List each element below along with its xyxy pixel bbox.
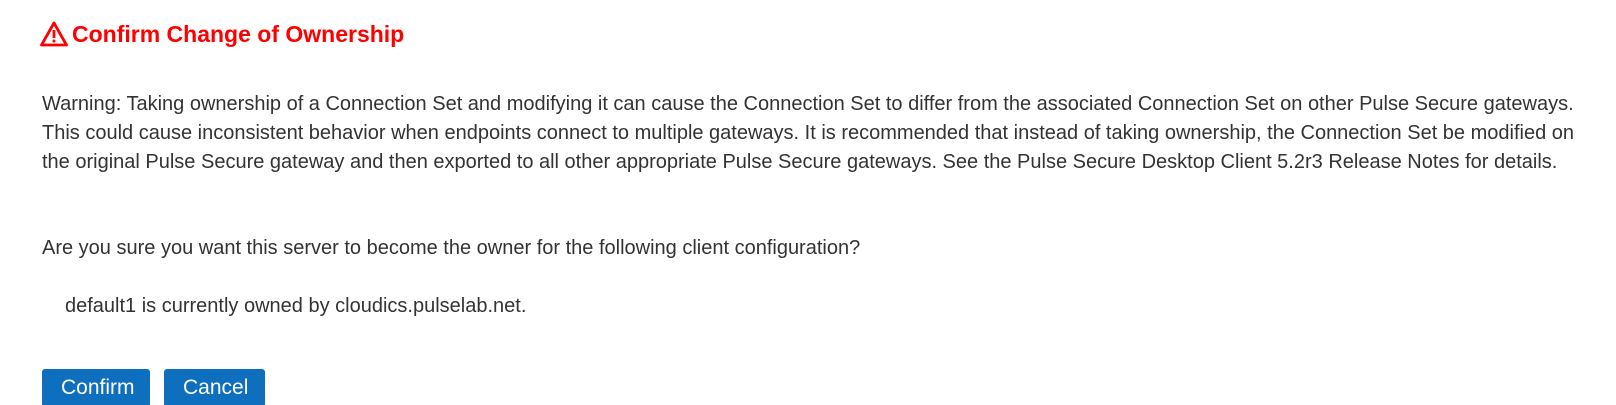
- warning-message: Warning: Taking ownership of a Connectio…: [42, 93, 1575, 173]
- confirmation-question: Are you sure you want this server to bec…: [42, 237, 861, 259]
- current-owner-info: default1 is currently owned by cloudics.…: [65, 295, 527, 317]
- action-buttons: Confirm Cancel: [42, 369, 265, 405]
- confirm-button[interactable]: Confirm: [42, 369, 150, 405]
- cancel-button[interactable]: Cancel: [164, 369, 265, 405]
- dialog-header: Confirm Change of Ownership: [40, 19, 404, 49]
- warning-triangle-icon: [40, 21, 68, 47]
- page-title: Confirm Change of Ownership: [72, 21, 405, 47]
- confirm-ownership-page: Confirm Change of Ownership Warning: Tak…: [0, 0, 1616, 405]
